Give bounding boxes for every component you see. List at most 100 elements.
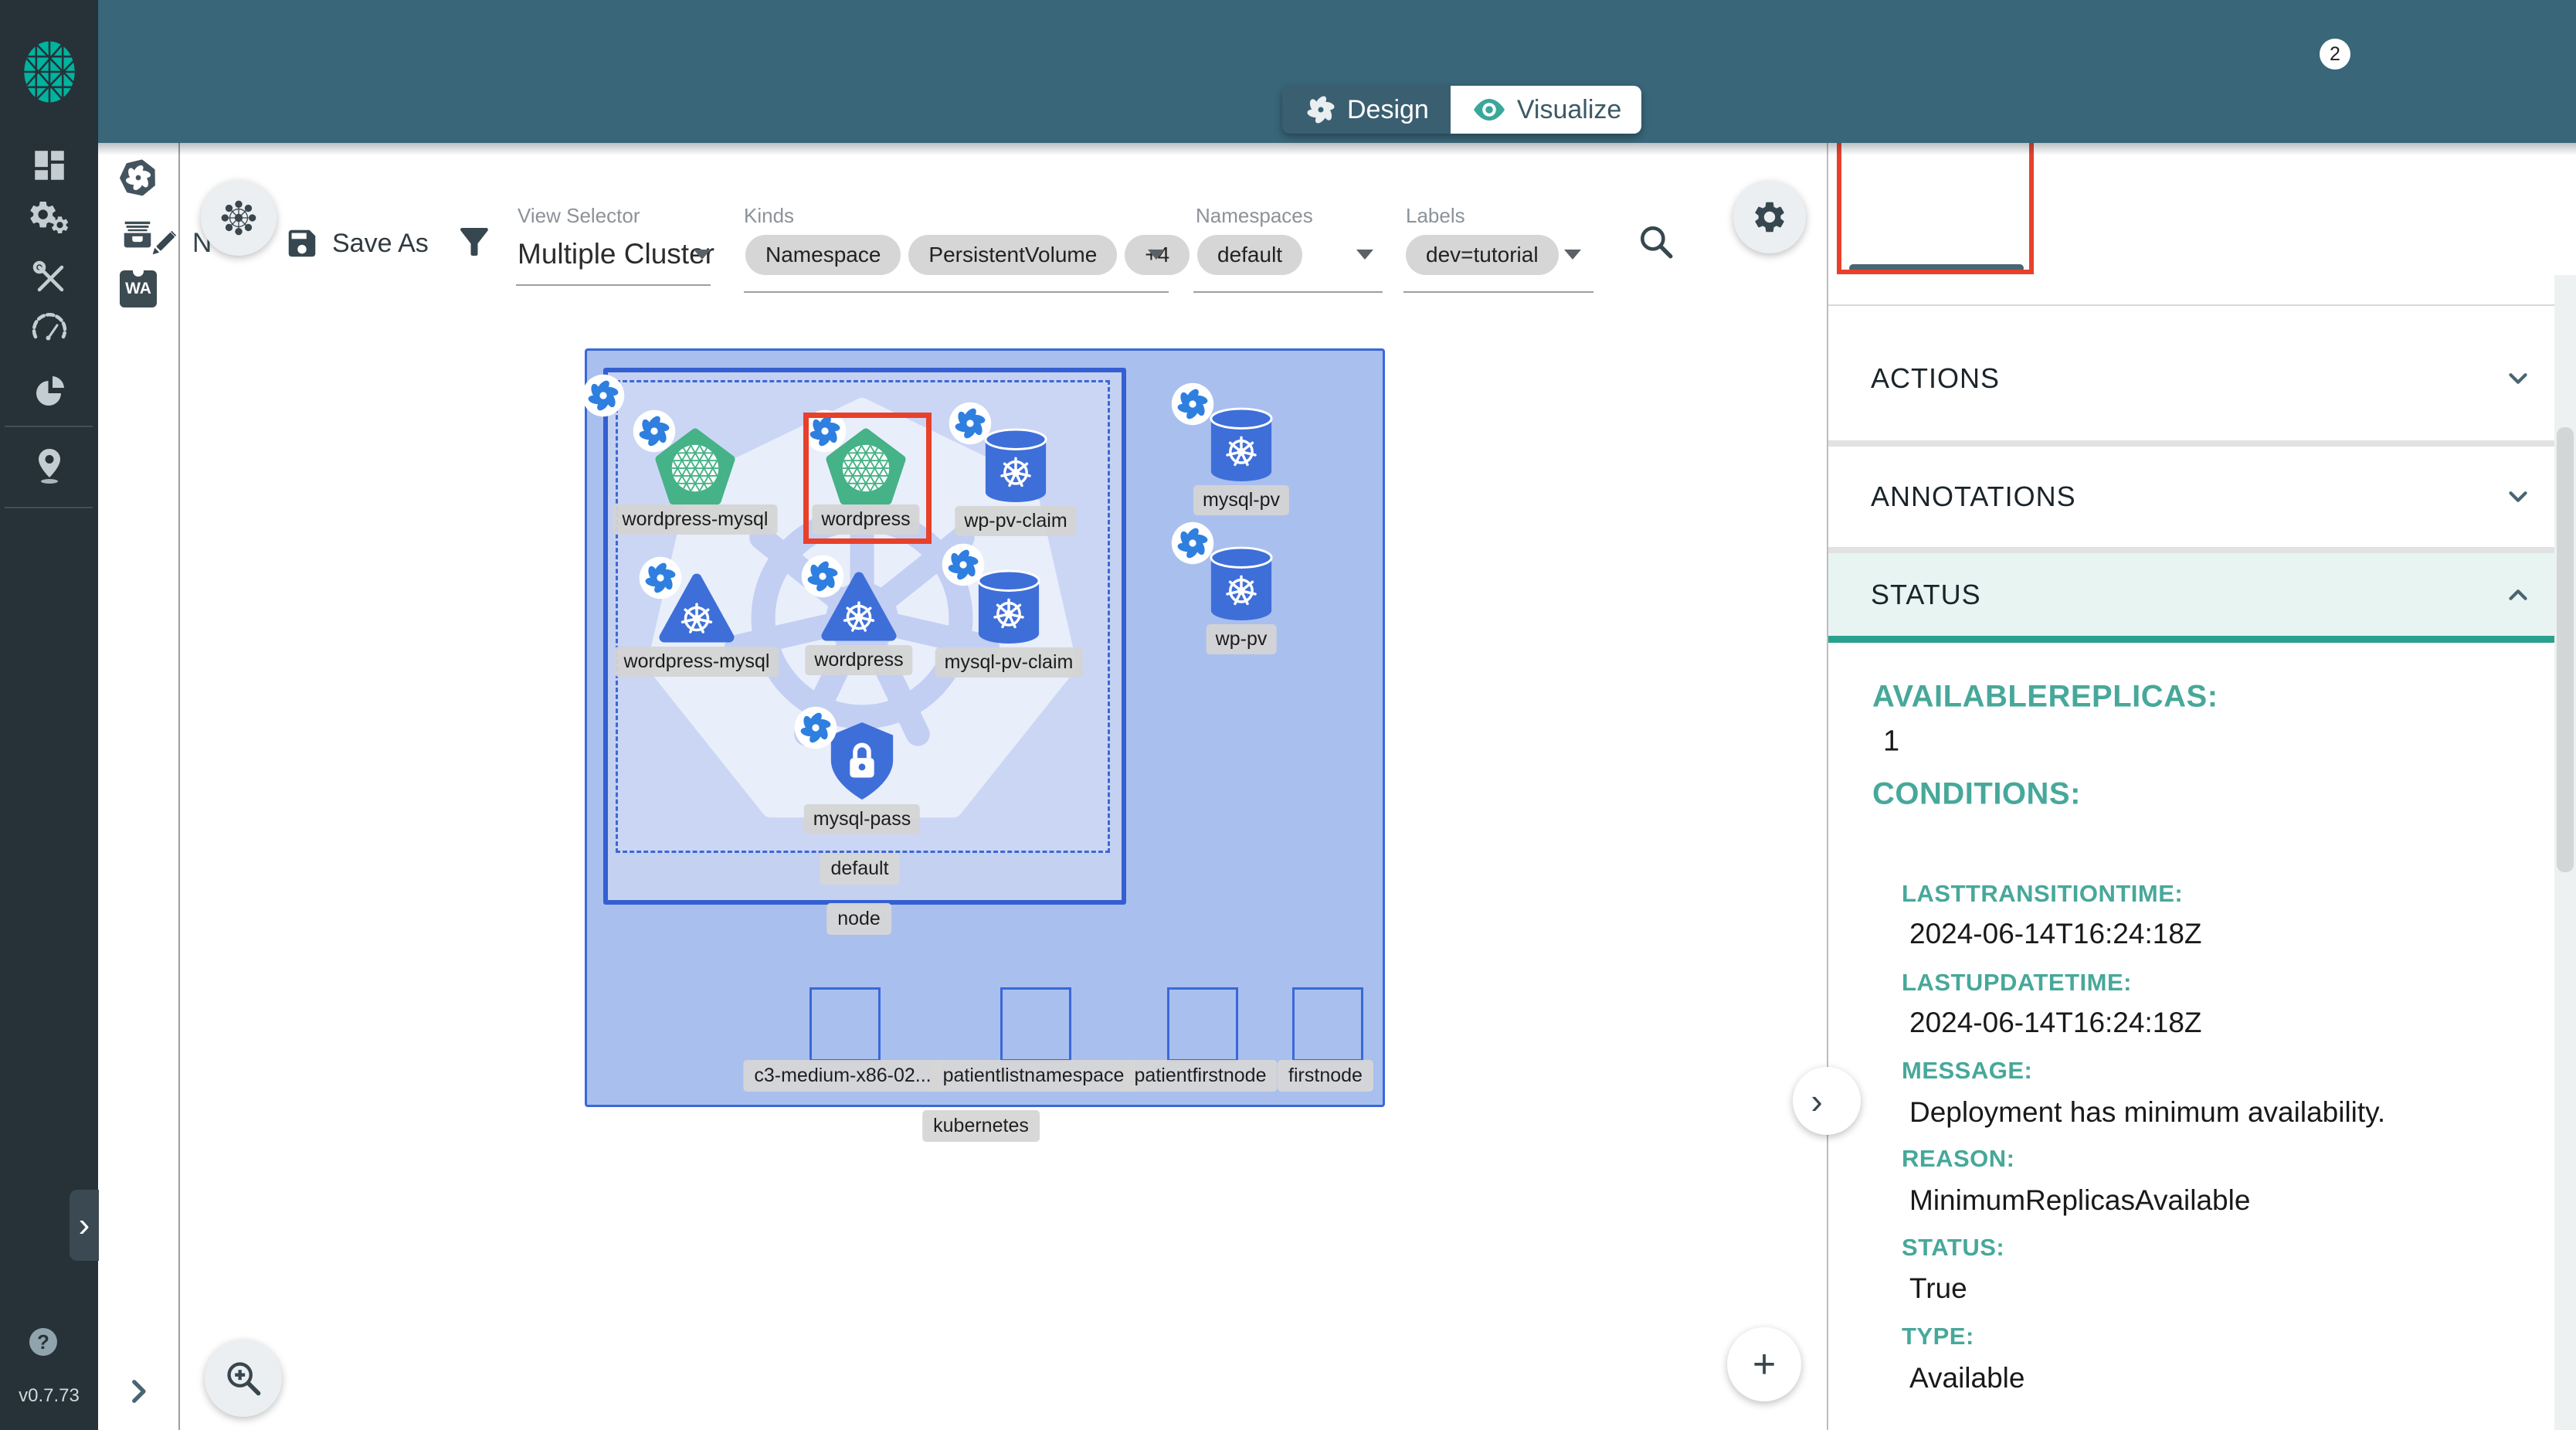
edit-pencil-icon[interactable] (147, 228, 179, 260)
design-label: Design (1347, 95, 1429, 125)
condition-key-type: TYPE: (1902, 1323, 1974, 1350)
namespaces-underline (1193, 291, 1383, 293)
meshery-designs-icon[interactable] (120, 159, 157, 196)
save-as-button[interactable]: Save As (284, 226, 429, 261)
sidebar-item-extensions[interactable] (30, 369, 69, 408)
layout-graph-fab[interactable] (201, 180, 277, 256)
sidebar-item-configuration[interactable] (30, 258, 69, 297)
namespaces-arrow-icon[interactable] (1356, 250, 1373, 260)
node-label: wp-pv (1207, 624, 1277, 654)
meshery-badge-icon (1170, 521, 1215, 566)
node-pvc-mysql-pv-claim[interactable]: mysql-pv-claim (975, 569, 1043, 651)
accordion-annotations[interactable]: ANNOTATIONS (1828, 447, 2574, 547)
tab-visualize[interactable]: Visualize (1451, 86, 1641, 134)
namespaces-label: Namespaces (1196, 204, 1313, 228)
accordion-actions[interactable]: ACTIONS (1828, 317, 2574, 440)
node-label: wordpress (812, 504, 919, 535)
visualize-label: Visualize (1517, 95, 1621, 125)
view-selector-arrow-icon[interactable] (694, 250, 711, 260)
namespaces-chips: default (1197, 235, 1310, 275)
context-count-badge[interactable]: 2 (2320, 39, 2350, 70)
condition-value-type: Available (1909, 1362, 2024, 1394)
chevron-up-icon (2503, 580, 2533, 610)
label-chip[interactable]: dev=tutorial (1406, 235, 1559, 275)
condition-key-status: STATUS: (1902, 1234, 2004, 1262)
kinds-arrow-icon[interactable] (1148, 250, 1165, 260)
cluster-label-tag: kubernetes (922, 1110, 1040, 1142)
edit-rail (98, 143, 180, 1430)
meshery-badge-icon (941, 542, 986, 587)
panel-collapse-button[interactable]: › (1793, 1067, 1861, 1135)
sidebar-item-playground[interactable] (30, 447, 69, 485)
network-graph-icon (219, 198, 259, 238)
kinds-underline (744, 291, 1169, 293)
meshery-logo[interactable] (0, 0, 98, 143)
host-label: c3-medium-x86-02... (743, 1060, 942, 1092)
sidebar-divider-1 (5, 426, 93, 427)
design-pinwheel-icon (1304, 93, 1338, 127)
chevron-down-icon (2503, 364, 2533, 393)
node-label: mysql-pv-claim (935, 647, 1083, 678)
meshery-badge-icon (948, 401, 993, 446)
node-host-patientlistnamespace[interactable] (1000, 987, 1071, 1061)
panel-divider (1828, 304, 2574, 306)
meshery-badge-icon (581, 373, 626, 418)
mode-toggle: Design Visualize (1282, 86, 1641, 134)
node-pv-mysql-pv[interactable]: mysql-pv (1207, 406, 1275, 489)
node-secret-mysql-pass[interactable]: mysql-pass (824, 719, 900, 807)
kind-chip[interactable]: Namespace (745, 235, 901, 275)
host-label: patientlistnamespace (932, 1060, 1135, 1092)
node-pv-wp-pv[interactable]: wp-pv (1207, 545, 1275, 628)
host-label: patientfirstnode (1124, 1060, 1278, 1092)
search-icon[interactable] (1637, 222, 1675, 261)
tab-design[interactable]: Design (1282, 86, 1451, 134)
zoom-in-fab[interactable] (205, 1340, 282, 1417)
meshery-badge-icon (1170, 382, 1215, 426)
wasm-filters-icon[interactable]: WA (120, 270, 157, 307)
kinds-label: Kinds (744, 204, 794, 228)
node-pvc-wp-pv-claim[interactable]: wp-pv-claim (982, 427, 1050, 510)
accordion-status[interactable]: STATUS (1828, 553, 2574, 643)
labels-arrow-icon[interactable] (1564, 250, 1581, 260)
node-pod-wordpress-mysql[interactable]: wordpress-mysql (658, 571, 735, 652)
meshery-badge-icon (803, 409, 847, 453)
sidebar-item-performance[interactable] (30, 309, 69, 348)
meshery-badge-icon (800, 554, 845, 599)
app-version: v0.7.73 (0, 1385, 98, 1407)
node-deployment-wordpress[interactable]: wordpress (826, 427, 906, 511)
pv-icon (1207, 545, 1275, 624)
sidebar-item-dashboard[interactable] (30, 146, 69, 185)
node-pod-wordpress[interactable]: wordpress (820, 569, 898, 650)
panel-scrollbar-thumb[interactable] (2557, 427, 2574, 872)
condition-value-reason: MinimumReplicasAvailable (1909, 1184, 2250, 1217)
meshery-badge-icon (638, 555, 683, 600)
node-deployment-wordpress-mysql[interactable]: wordpress-mysql (655, 427, 735, 511)
node-label-tag: node (826, 903, 891, 935)
sidebar-expand-button[interactable]: › (70, 1190, 99, 1261)
status-value-availablereplicas: 1 (1883, 725, 1899, 759)
meshery-logo-icon (16, 39, 83, 105)
meshery-badge-icon (793, 705, 838, 750)
condition-key-reason: REASON: (1902, 1145, 2014, 1173)
node-label: wordpress-mysql (615, 647, 779, 677)
add-fab[interactable]: + (1727, 1327, 1801, 1401)
canvas-gear-icon (1751, 199, 1788, 236)
condition-value-lasttransitiontime: 2024-06-14T16:24:18Z (1909, 918, 2202, 950)
namespace-chip[interactable]: default (1197, 235, 1302, 275)
zoom-in-icon (223, 1358, 263, 1398)
rail-expand-chevron-icon[interactable] (122, 1375, 154, 1408)
help-button[interactable]: ? (29, 1328, 57, 1356)
accordion-annotations-label: ANNOTATIONS (1871, 481, 2076, 513)
canvas-settings-fab[interactable] (1733, 181, 1806, 253)
active-tab-indicator (1849, 264, 2024, 272)
node-host-firstnode[interactable] (1292, 987, 1363, 1061)
filter-icon[interactable] (453, 221, 495, 263)
view-selector-value[interactable]: Multiple Cluster (518, 238, 714, 270)
kinds-chips: Namespace PersistentVolume +4 (745, 235, 1197, 275)
node-label: wp-pv-claim (955, 506, 1076, 536)
node-host-patientfirstnode[interactable] (1167, 987, 1238, 1061)
kind-chip[interactable]: PersistentVolume (908, 235, 1117, 275)
sidebar-item-lifecycle[interactable] (30, 202, 69, 240)
status-key-availablereplicas: AVAILABLEREPLICAS: (1872, 680, 2218, 715)
node-host-c3-medium[interactable] (809, 987, 881, 1061)
